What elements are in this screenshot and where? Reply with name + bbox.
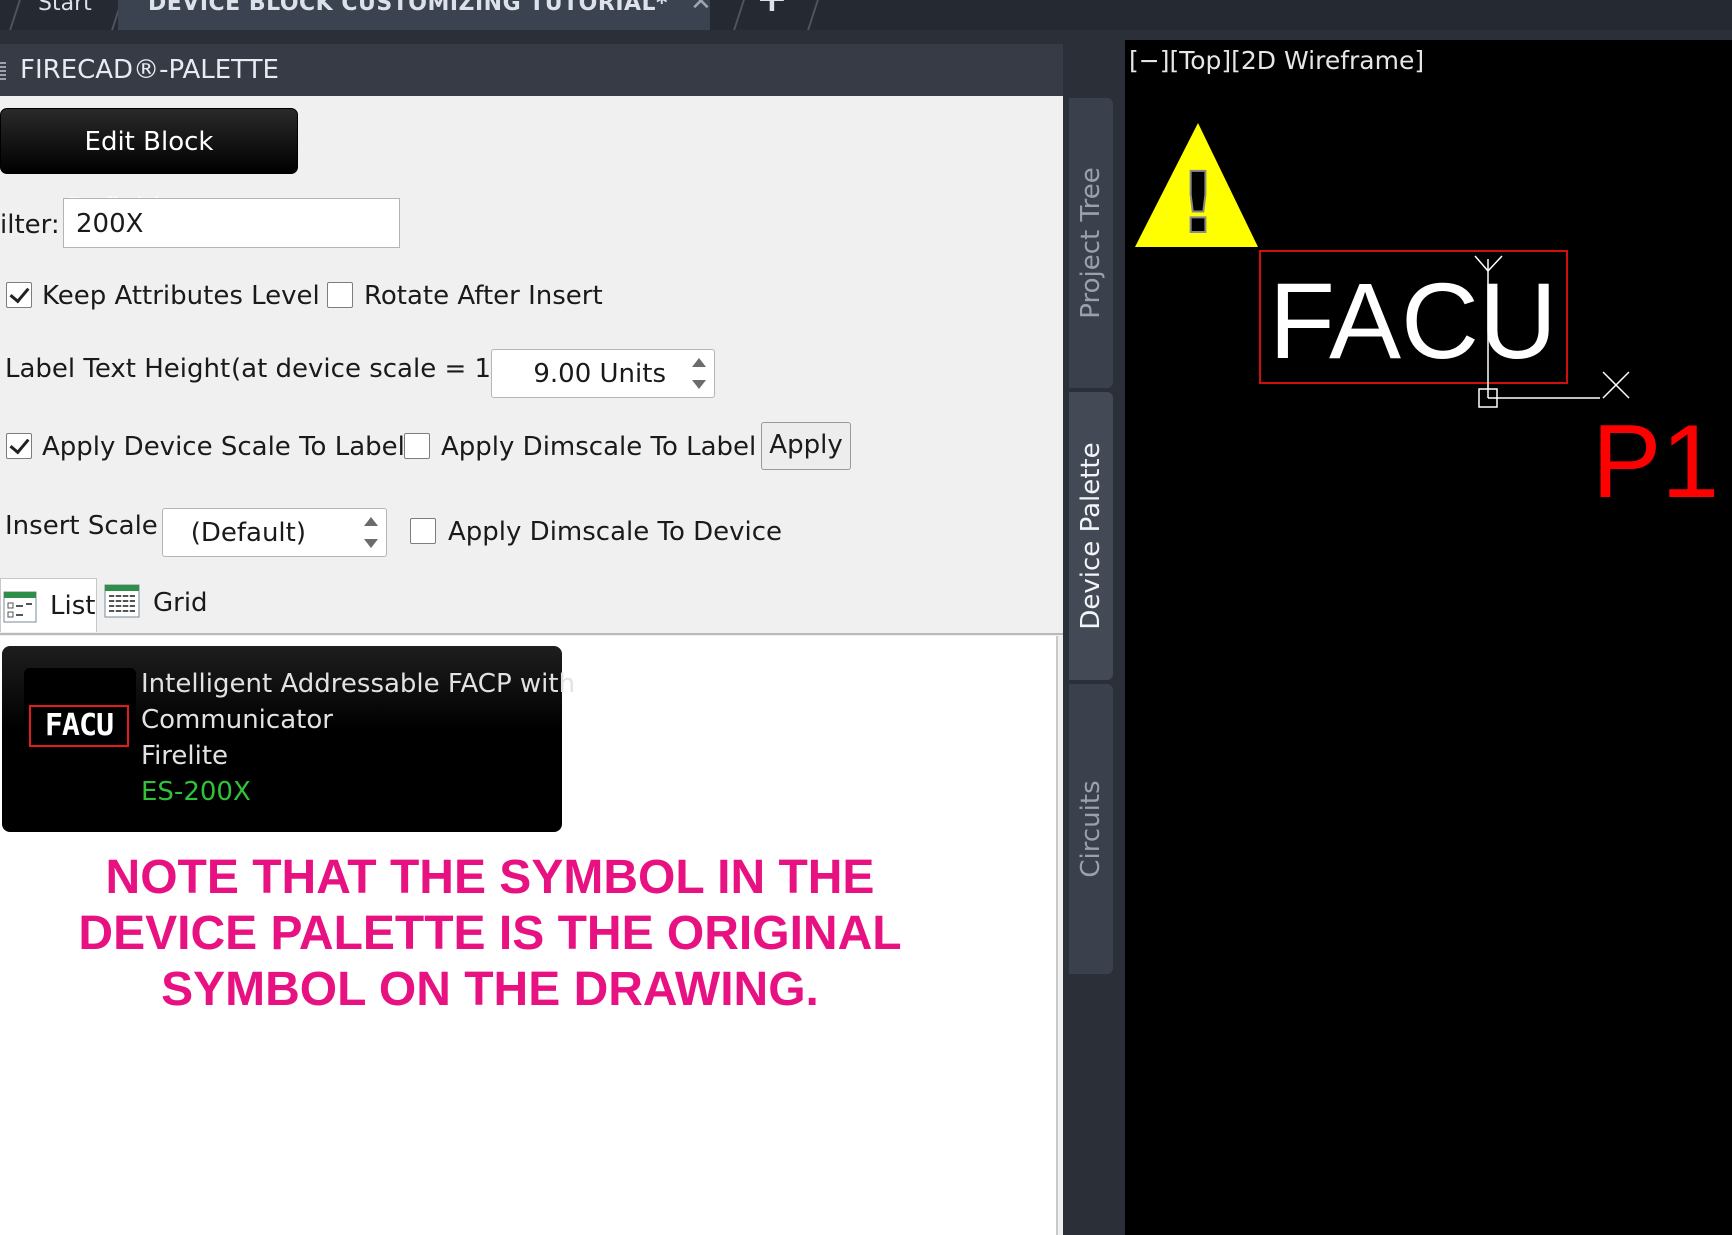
device-scale-note: (at device scale = 1) bbox=[231, 354, 502, 384]
spin-down-icon[interactable] bbox=[364, 539, 378, 548]
filter-input[interactable]: 200X bbox=[63, 198, 400, 248]
tab-separator bbox=[733, 0, 745, 30]
device-description-line1: Intelligent Addressable FACP with bbox=[141, 669, 576, 699]
rotate-after-insert-checkbox[interactable] bbox=[327, 282, 353, 308]
grid-view-icon bbox=[104, 584, 140, 618]
filter-label: ilter: bbox=[0, 210, 60, 240]
apply-dimscale-label-label: Apply Dimscale To Label bbox=[441, 432, 757, 462]
tab-project-tree[interactable]: Project Tree bbox=[1069, 98, 1113, 388]
view-list-label: List bbox=[50, 591, 96, 621]
view-toggle: List Grid bbox=[0, 578, 1063, 634]
tab-project-tree-label: Project Tree bbox=[1076, 167, 1106, 319]
tab-title: DEVICE BLOCK CUSTOMIZING TUTORIAL* bbox=[148, 0, 669, 16]
apply-button[interactable]: Apply bbox=[761, 422, 851, 470]
warning-mark: ! bbox=[1179, 154, 1217, 252]
tab-device-palette[interactable]: Device Palette bbox=[1069, 392, 1113, 680]
insert-scale-spinner[interactable]: (Default) bbox=[162, 508, 387, 557]
list-view-icon bbox=[3, 591, 37, 623]
apply-dimscale-device-label: Apply Dimscale To Device bbox=[448, 517, 783, 547]
tab-separator bbox=[9, 0, 21, 30]
edit-block-definitions-button[interactable]: Edit Block Definitions... bbox=[0, 108, 298, 223]
document-tab-bar: Start DEVICE BLOCK CUSTOMIZING TUTORIAL*… bbox=[0, 0, 1732, 30]
rotate-after-insert-label: Rotate After Insert bbox=[364, 281, 603, 311]
device-tag-label: P1 bbox=[1592, 404, 1719, 520]
facu-block-text: FACU bbox=[1269, 260, 1557, 381]
tab-device-palette-label: Device Palette bbox=[1076, 442, 1106, 630]
close-icon[interactable]: ✕ bbox=[690, 0, 712, 15]
label-text-height-label: Label Text Height bbox=[5, 354, 231, 384]
view-tab-grid[interactable]: Grid bbox=[104, 578, 214, 632]
spin-up-icon[interactable] bbox=[692, 358, 706, 367]
label-text-height-value: 9.00 Units bbox=[533, 358, 666, 389]
divider bbox=[0, 633, 1063, 635]
spin-down-icon[interactable] bbox=[692, 380, 706, 389]
note-line: NOTE THAT THE SYMBOL IN THE bbox=[105, 851, 875, 904]
palette-header: FIRECAD®-PALETTE bbox=[0, 44, 1063, 96]
new-tab-plus-icon[interactable]: + bbox=[756, 0, 788, 18]
apply-device-scale-checkbox[interactable] bbox=[6, 433, 32, 459]
spin-up-icon[interactable] bbox=[364, 517, 378, 526]
apply-dimscale-label-checkbox[interactable] bbox=[404, 433, 430, 459]
device-model: ES-200X bbox=[141, 777, 251, 807]
note-line: DEVICE PALETTE IS THE ORIGINAL bbox=[78, 907, 902, 960]
tab-circuits[interactable]: Circuits bbox=[1069, 684, 1113, 974]
apply-device-scale-label: Apply Device Scale To Label bbox=[42, 432, 405, 462]
view-grid-label: Grid bbox=[153, 588, 208, 618]
insert-scale-value: (Default) bbox=[190, 517, 306, 548]
label-text-height-spinner[interactable]: 9.00 Units bbox=[491, 349, 715, 398]
filter-value: 200X bbox=[76, 209, 144, 239]
view-tab-list[interactable]: List bbox=[0, 578, 97, 632]
tutorial-note: NOTE THAT THE SYMBOL IN THE DEVICE PALET… bbox=[40, 850, 940, 1018]
device-thumbnail: FACU bbox=[24, 668, 136, 812]
drawing-canvas: ! FACU P1 bbox=[1135, 123, 1719, 520]
device-description-line2: Communicator bbox=[141, 705, 333, 735]
device-card[interactable]: FACU Intelligent Addressable FACP with C… bbox=[2, 646, 575, 832]
drawing-viewport[interactable]: [−][Top][2D Wireframe] ! FACU P1 bbox=[1125, 40, 1732, 1235]
tab-device-block-tutorial[interactable]: DEVICE BLOCK CUSTOMIZING TUTORIAL* ✕ bbox=[118, 0, 712, 30]
keep-attributes-checkbox[interactable] bbox=[6, 282, 32, 308]
insert-scale-label: Insert Scale bbox=[5, 511, 158, 541]
device-manufacturer: Firelite bbox=[141, 741, 229, 771]
apply-dimscale-device-checkbox[interactable] bbox=[410, 518, 436, 544]
keep-attributes-label: Keep Attributes Level bbox=[42, 281, 320, 311]
tab-start[interactable]: Start bbox=[38, 0, 92, 24]
tab-circuits-label: Circuits bbox=[1076, 780, 1106, 878]
grip-handle-icon[interactable] bbox=[0, 62, 6, 80]
palette-title: FIRECAD®-PALETTE bbox=[20, 55, 279, 85]
note-line: SYMBOL ON THE DRAWING. bbox=[161, 963, 819, 1016]
facu-symbol: FACU bbox=[29, 705, 129, 747]
tab-separator bbox=[807, 0, 819, 30]
